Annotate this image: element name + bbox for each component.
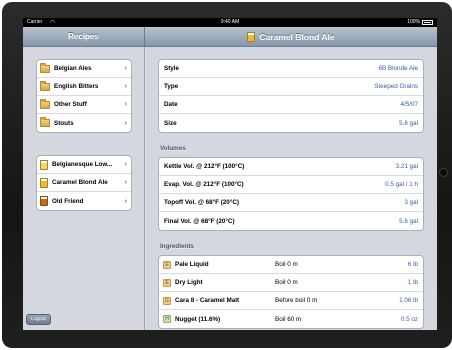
ingredients-header: Ingredients <box>160 243 194 250</box>
recipes-title: Recipes <box>68 32 99 41</box>
folder-icon <box>40 62 50 73</box>
info-row-date[interactable]: Date 4/5/07 <box>159 96 423 114</box>
ingredient-row[interactable]: G Cara 8 - Caramel Malt Before boil 0 m … <box>159 292 423 310</box>
info-row-style[interactable]: Style 6B Blonde Ale <box>159 60 423 78</box>
folder-label: Other Stuff <box>54 101 87 108</box>
info-key: Type <box>164 83 179 90</box>
ingredient-row[interactable]: E Dry Light Boil 0 m 1 lb <box>159 274 423 292</box>
volume-row-topoff[interactable]: Topoff Vol. @ 68°F (20°C) 3 gal <box>159 194 423 212</box>
info-value: Steeped Grains <box>374 83 418 90</box>
chevron-right-icon: › <box>124 197 127 205</box>
ingredient-amount: 1 lb <box>407 279 418 286</box>
detail-title: Caramel Blond Ale <box>259 32 335 42</box>
chevron-right-icon: › <box>124 83 127 90</box>
beer-glass-icon <box>247 32 256 42</box>
ingredient-time: Boil 0 m <box>275 261 298 268</box>
recipe-item-old-friend[interactable]: Old Friend › <box>37 192 131 210</box>
recipe-item-caramel-blond-ale[interactable]: Caramel Blond Ale › <box>37 174 131 192</box>
info-key: Date <box>164 101 178 108</box>
chevron-right-icon: › <box>124 101 127 108</box>
ingredient-amount: 1.06 lb <box>399 297 418 304</box>
tablet-frame: Carrier ◠ 9:40 AM 100% Recipes Caramel B… <box>2 2 452 348</box>
chevron-right-icon: › <box>124 119 127 127</box>
recipe-info-card: Style 6B Blonde Ale Type Steeped Grains … <box>158 59 424 133</box>
recipe-label: Old Friend <box>52 197 84 205</box>
ingredient-name: Nugget (11.6%) <box>175 315 221 323</box>
info-value: 5.6 gal <box>399 119 418 127</box>
hop-icon: H <box>163 315 171 323</box>
info-key: Style <box>164 65 180 72</box>
folder-label: Belgian Ales <box>54 65 92 72</box>
screen: Carrier ◠ 9:40 AM 100% Recipes Caramel B… <box>23 18 437 330</box>
folder-label: English Bitters <box>54 83 99 90</box>
recipe-item-belgianesque[interactable]: Belgianesque Low... › <box>37 156 131 174</box>
beer-glass-icon <box>40 159 48 170</box>
volume-key: Evap. Vol. @ 212°F (100°C) <box>164 181 244 188</box>
recipe-label: Caramel Blond Ale <box>52 179 108 186</box>
ingredient-time: Boil 60 m <box>275 315 302 323</box>
ingredient-time: Before boil 0 m <box>275 297 318 304</box>
volume-key: Final Vol. @ 68°F (20°C) <box>164 217 235 225</box>
recipe-detail: Style 6B Blonde Ale Type Steeped Grains … <box>146 47 437 330</box>
ingredient-name: Dry Light <box>175 279 203 286</box>
info-value: 6B Blonde Ale <box>378 65 418 72</box>
folder-item-english-bitters[interactable]: English Bitters › <box>37 78 131 96</box>
grain-icon: G <box>163 296 171 305</box>
folder-icon <box>40 98 50 109</box>
battery-icon <box>422 20 433 25</box>
ingredient-row[interactable]: H Nugget (11.6%) Boil 60 m 0.5 oz <box>159 310 423 328</box>
battery-indicator: 100% <box>407 18 433 27</box>
chevron-right-icon: › <box>124 65 127 72</box>
volume-key: Topoff Vol. @ 68°F (20°C) <box>164 199 239 206</box>
chevron-right-icon: › <box>124 179 127 186</box>
ingredient-name: Pale Liquid <box>175 261 209 268</box>
ingredients-card: E Pale Liquid Boil 0 m 6 lb E Dry Light … <box>158 255 424 329</box>
folder-label: Stouts <box>54 119 74 127</box>
volume-value: 5.6 gal <box>399 217 418 225</box>
extract-icon: E <box>163 278 171 287</box>
volume-key: Kettle Vol. @ 212°F (100°C) <box>164 163 245 170</box>
info-row-size[interactable]: Size 5.6 gal <box>159 114 423 132</box>
volumes-header: Volumes <box>160 145 186 152</box>
ingredient-amount: 6 lb <box>407 261 418 268</box>
recipe-list: Belgianesque Low... › Caramel Blond Ale … <box>36 155 132 211</box>
volume-row-final[interactable]: Final Vol. @ 68°F (20°C) 5.6 gal <box>159 212 423 230</box>
beer-glass-icon <box>40 196 48 206</box>
folder-icon <box>40 117 50 127</box>
volume-value: 0.5 gal / 1 h <box>385 181 418 188</box>
volume-row-kettle[interactable]: Kettle Vol. @ 212°F (100°C) 3.21 gal <box>159 158 423 176</box>
folder-item-stouts[interactable]: Stouts › <box>37 114 131 132</box>
detail-nav-bar: Caramel Blond Ale <box>145 27 437 47</box>
extract-icon: E <box>163 260 171 269</box>
recipes-nav-bar: Recipes <box>23 27 145 47</box>
recipe-label: Belgianesque Low... <box>52 161 113 168</box>
volumes-card: Kettle Vol. @ 212°F (100°C) 3.21 gal Eva… <box>158 157 424 231</box>
info-row-type[interactable]: Type Steeped Grains <box>159 78 423 96</box>
ingredient-time: Boil 0 m <box>275 279 298 286</box>
battery-percent: 100% <box>407 19 420 25</box>
ingredient-amount: 0.5 oz <box>400 315 418 323</box>
ingredient-row[interactable]: E Pale Liquid Boil 0 m 6 lb <box>159 256 423 274</box>
info-value: 4/5/07 <box>400 101 418 108</box>
folder-icon <box>40 80 50 91</box>
volume-row-evap[interactable]: Evap. Vol. @ 212°F (100°C) 0.5 gal / 1 h <box>159 176 423 194</box>
logout-button[interactable]: Logout <box>26 314 51 325</box>
volume-value: 3 gal <box>404 199 418 206</box>
clock: 9:40 AM <box>220 19 240 25</box>
info-key: Size <box>164 119 177 127</box>
ingredient-name: Cara 8 - Caramel Malt <box>175 297 240 304</box>
volume-value: 3.21 gal <box>395 163 418 170</box>
recipes-sidebar: Belgian Ales › English Bitters › Other S… <box>23 47 145 330</box>
chevron-right-icon: › <box>124 161 127 168</box>
home-button[interactable] <box>439 168 448 177</box>
folder-item-other-stuff[interactable]: Other Stuff › <box>37 96 131 114</box>
folder-item-belgian-ales[interactable]: Belgian Ales › <box>37 60 131 78</box>
beer-glass-icon <box>40 177 48 188</box>
folder-list: Belgian Ales › English Bitters › Other S… <box>36 59 132 133</box>
status-bar: Carrier ◠ 9:40 AM 100% <box>23 18 437 27</box>
